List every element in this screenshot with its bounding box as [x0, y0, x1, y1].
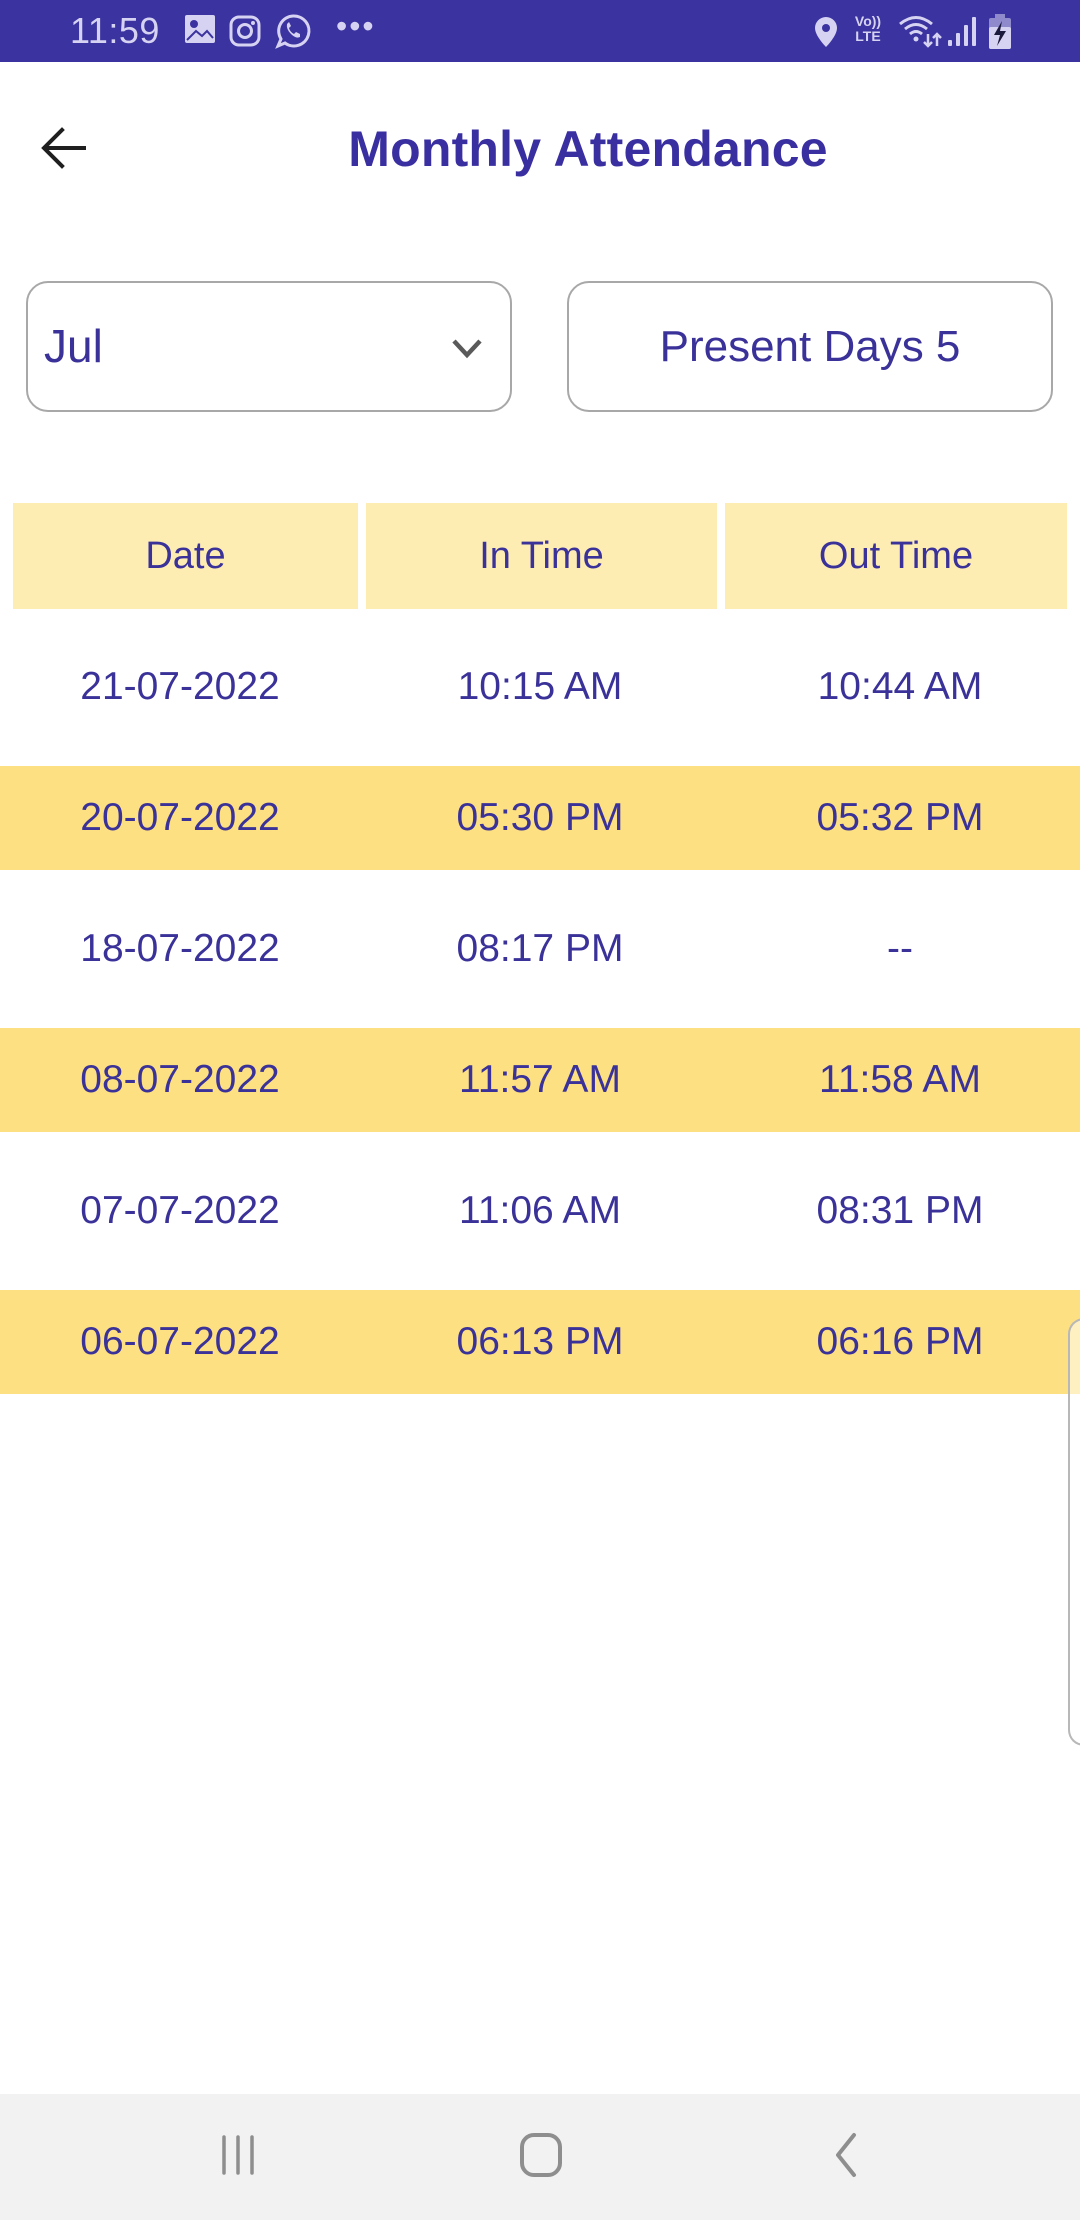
cell-out-time: 11:58 AM — [819, 1058, 981, 1101]
cell-in-time: 10:15 AM — [457, 665, 623, 708]
home-icon — [519, 2132, 563, 2183]
volte-bottom-label: LTE — [855, 28, 881, 44]
cell-date: 08-07-2022 — [80, 1058, 280, 1101]
cell-out-time: 08:31 PM — [816, 1189, 984, 1232]
table-row: 08-07-2022 11:57 AM 11:58 AM — [0, 1028, 1080, 1132]
signal-icon — [946, 16, 978, 48]
cell-out-time: 06:16 PM — [816, 1320, 984, 1363]
column-header-in-time: In Time — [366, 503, 717, 609]
table-row: 21-07-2022 10:15 AM 10:44 AM — [0, 635, 1080, 739]
cell-in-time: 06:13 PM — [456, 1320, 624, 1363]
location-icon — [812, 15, 840, 49]
cell-in-time: 05:30 PM — [456, 796, 624, 839]
volte-icon: Vo)) LTE — [850, 14, 886, 48]
home-button[interactable] — [501, 2124, 581, 2190]
chevron-down-icon — [450, 333, 484, 363]
more-notifications-icon: ••• — [336, 8, 376, 44]
recents-button[interactable] — [198, 2124, 278, 2190]
attendance-list: 21-07-2022 10:15 AM 10:44 AM 20-07-2022 … — [0, 635, 1080, 1421]
table-row: 07-07-2022 11:06 AM 08:31 PM — [0, 1159, 1080, 1263]
column-header-date: Date — [13, 503, 358, 609]
cell-in-time: 11:06 AM — [459, 1189, 621, 1232]
cell-in-time: 11:57 AM — [459, 1058, 621, 1101]
recents-icon — [216, 2133, 260, 2182]
cell-date: 20-07-2022 — [80, 796, 280, 839]
cell-out-time: 10:44 AM — [817, 665, 983, 708]
table-row: 20-07-2022 05:30 PM 05:32 PM — [0, 766, 1080, 870]
battery-charging-icon — [988, 14, 1012, 50]
present-days-label: Present Days 5 — [659, 321, 961, 371]
cell-date: 18-07-2022 — [80, 927, 280, 970]
cell-in-time: 08:17 PM — [456, 927, 624, 970]
table-row: 06-07-2022 06:13 PM 06:16 PM — [0, 1290, 1080, 1394]
edge-panel-handle[interactable] — [1068, 1318, 1080, 1746]
page-title: Monthly Attendance — [348, 121, 828, 177]
cell-out-time: -- — [887, 927, 913, 970]
whatsapp-icon — [275, 13, 311, 49]
system-nav-bar — [0, 2094, 1080, 2220]
volte-top-label: Vo)) — [854, 13, 882, 29]
system-back-button[interactable] — [805, 2124, 885, 2190]
gallery-icon — [184, 14, 216, 44]
instagram-icon — [229, 15, 261, 47]
status-bar: 11:59 ••• Vo)) LTE — [0, 0, 1080, 62]
month-dropdown[interactable]: Jul — [26, 281, 512, 412]
cell-date: 21-07-2022 — [80, 665, 280, 708]
status-time: 11:59 — [70, 10, 160, 51]
back-icon — [830, 2132, 860, 2183]
table-row: 18-07-2022 08:17 PM -- — [0, 897, 1080, 1001]
column-header-out-time: Out Time — [725, 503, 1067, 609]
cell-date: 07-07-2022 — [80, 1189, 280, 1232]
cell-date: 06-07-2022 — [80, 1320, 280, 1363]
present-days-badge: Present Days 5 — [567, 281, 1053, 412]
cell-out-time: 05:32 PM — [816, 796, 984, 839]
month-selected-value: Jul — [44, 320, 103, 372]
wifi-icon — [898, 14, 942, 48]
table-header: Date In Time Out Time — [0, 503, 1080, 609]
app-bar: Monthly Attendance — [0, 62, 1080, 242]
